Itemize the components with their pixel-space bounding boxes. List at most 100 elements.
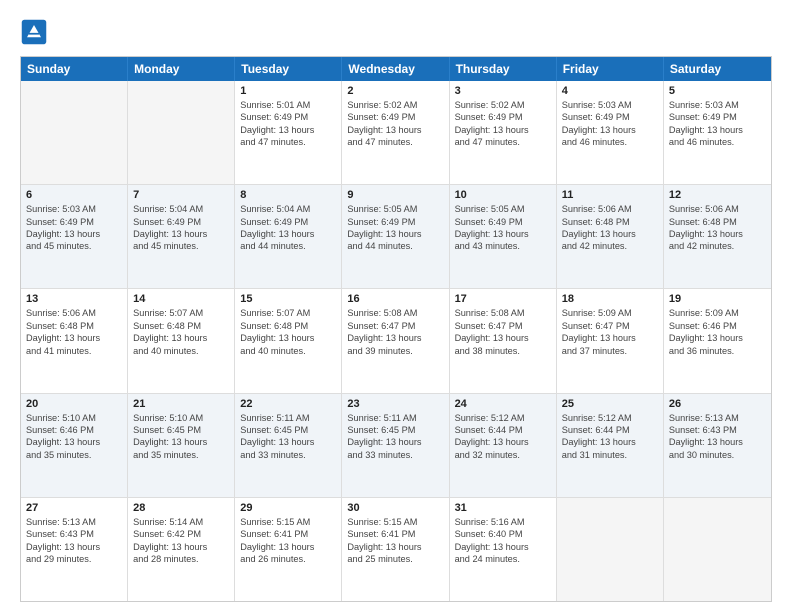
cell-line: Sunrise: 5:13 AM [669,412,766,424]
cell-line: Sunrise: 5:08 AM [455,307,551,319]
cal-cell-r4-c4: 31Sunrise: 5:16 AMSunset: 6:40 PMDayligh… [450,498,557,601]
cell-line: Daylight: 13 hours [240,228,336,240]
cell-line: Sunset: 6:49 PM [455,216,551,228]
cell-line: Sunrise: 5:12 AM [562,412,658,424]
cell-line: Sunset: 6:45 PM [240,424,336,436]
cell-line: Daylight: 13 hours [347,124,443,136]
day-number: 26 [669,398,766,410]
cell-line: and 44 minutes. [347,240,443,252]
cell-line: and 28 minutes. [133,553,229,565]
cal-cell-r0-c0 [21,81,128,184]
cell-line: and 40 minutes. [133,345,229,357]
cal-cell-r2-c4: 17Sunrise: 5:08 AMSunset: 6:47 PMDayligh… [450,289,557,392]
cell-line: Daylight: 13 hours [240,541,336,553]
cell-line: Sunset: 6:46 PM [669,320,766,332]
cell-line: Sunset: 6:40 PM [455,528,551,540]
cell-line: and 30 minutes. [669,449,766,461]
cell-line: Daylight: 13 hours [455,124,551,136]
cell-line: Sunset: 6:41 PM [240,528,336,540]
cal-cell-r3-c3: 23Sunrise: 5:11 AMSunset: 6:45 PMDayligh… [342,394,449,497]
cell-line: and 31 minutes. [562,449,658,461]
cell-line: Sunrise: 5:14 AM [133,516,229,528]
cell-line: Sunset: 6:48 PM [240,320,336,332]
cell-line: Sunset: 6:47 PM [562,320,658,332]
cal-cell-r4-c6 [664,498,771,601]
cal-cell-r0-c4: 3Sunrise: 5:02 AMSunset: 6:49 PMDaylight… [450,81,557,184]
cell-line: Sunrise: 5:03 AM [26,203,122,215]
cell-line: and 45 minutes. [26,240,122,252]
cal-cell-r3-c2: 22Sunrise: 5:11 AMSunset: 6:45 PMDayligh… [235,394,342,497]
cell-line: and 44 minutes. [240,240,336,252]
cell-line: Daylight: 13 hours [240,436,336,448]
day-number: 12 [669,189,766,201]
weekday-header-saturday: Saturday [664,57,771,81]
cell-line: and 41 minutes. [26,345,122,357]
cell-line: Sunrise: 5:05 AM [455,203,551,215]
cell-line: Sunrise: 5:04 AM [133,203,229,215]
cell-line: Sunrise: 5:08 AM [347,307,443,319]
cell-line: Sunrise: 5:09 AM [669,307,766,319]
cal-cell-r1-c1: 7Sunrise: 5:04 AMSunset: 6:49 PMDaylight… [128,185,235,288]
weekday-header-sunday: Sunday [21,57,128,81]
cell-line: and 29 minutes. [26,553,122,565]
day-number: 24 [455,398,551,410]
cell-line: Daylight: 13 hours [455,228,551,240]
cell-line: Sunset: 6:45 PM [133,424,229,436]
cell-line: Sunrise: 5:10 AM [133,412,229,424]
cell-line: Sunrise: 5:15 AM [347,516,443,528]
cell-line: Daylight: 13 hours [455,332,551,344]
day-number: 21 [133,398,229,410]
cell-line: and 36 minutes. [669,345,766,357]
cell-line: and 46 minutes. [669,136,766,148]
cell-line: Sunset: 6:41 PM [347,528,443,540]
cell-line: Sunrise: 5:01 AM [240,99,336,111]
cal-cell-r2-c0: 13Sunrise: 5:06 AMSunset: 6:48 PMDayligh… [21,289,128,392]
cal-cell-r4-c5 [557,498,664,601]
header [20,18,772,46]
cell-line: and 37 minutes. [562,345,658,357]
day-number: 15 [240,293,336,305]
day-number: 5 [669,85,766,97]
cal-cell-r1-c0: 6Sunrise: 5:03 AMSunset: 6:49 PMDaylight… [21,185,128,288]
day-number: 4 [562,85,658,97]
cal-cell-r3-c5: 25Sunrise: 5:12 AMSunset: 6:44 PMDayligh… [557,394,664,497]
day-number: 27 [26,502,122,514]
cell-line: Daylight: 13 hours [562,124,658,136]
cell-line: Daylight: 13 hours [133,332,229,344]
cell-line: Sunrise: 5:11 AM [240,412,336,424]
day-number: 7 [133,189,229,201]
cal-cell-r2-c2: 15Sunrise: 5:07 AMSunset: 6:48 PMDayligh… [235,289,342,392]
day-number: 29 [240,502,336,514]
cell-line: Daylight: 13 hours [562,332,658,344]
cell-line: and 42 minutes. [669,240,766,252]
cal-cell-r3-c4: 24Sunrise: 5:12 AMSunset: 6:44 PMDayligh… [450,394,557,497]
cal-cell-r3-c6: 26Sunrise: 5:13 AMSunset: 6:43 PMDayligh… [664,394,771,497]
cell-line: Sunset: 6:43 PM [669,424,766,436]
calendar-row-1: 1Sunrise: 5:01 AMSunset: 6:49 PMDaylight… [21,81,771,184]
day-number: 14 [133,293,229,305]
cell-line: Sunrise: 5:09 AM [562,307,658,319]
day-number: 6 [26,189,122,201]
cell-line: and 26 minutes. [240,553,336,565]
cal-cell-r0-c3: 2Sunrise: 5:02 AMSunset: 6:49 PMDaylight… [342,81,449,184]
cell-line: Sunset: 6:44 PM [455,424,551,436]
cell-line: Sunset: 6:49 PM [455,111,551,123]
cell-line: Sunset: 6:48 PM [26,320,122,332]
cal-cell-r1-c4: 10Sunrise: 5:05 AMSunset: 6:49 PMDayligh… [450,185,557,288]
cell-line: and 42 minutes. [562,240,658,252]
cell-line: Sunrise: 5:07 AM [133,307,229,319]
day-number: 3 [455,85,551,97]
cell-line: Daylight: 13 hours [240,332,336,344]
cell-line: Sunset: 6:47 PM [347,320,443,332]
cell-line: and 47 minutes. [240,136,336,148]
cell-line: Sunrise: 5:11 AM [347,412,443,424]
cell-line: and 47 minutes. [455,136,551,148]
cell-line: and 35 minutes. [133,449,229,461]
calendar-row-3: 13Sunrise: 5:06 AMSunset: 6:48 PMDayligh… [21,288,771,392]
day-number: 13 [26,293,122,305]
day-number: 9 [347,189,443,201]
cell-line: Sunrise: 5:03 AM [669,99,766,111]
day-number: 23 [347,398,443,410]
cal-cell-r4-c1: 28Sunrise: 5:14 AMSunset: 6:42 PMDayligh… [128,498,235,601]
calendar-row-2: 6Sunrise: 5:03 AMSunset: 6:49 PMDaylight… [21,184,771,288]
